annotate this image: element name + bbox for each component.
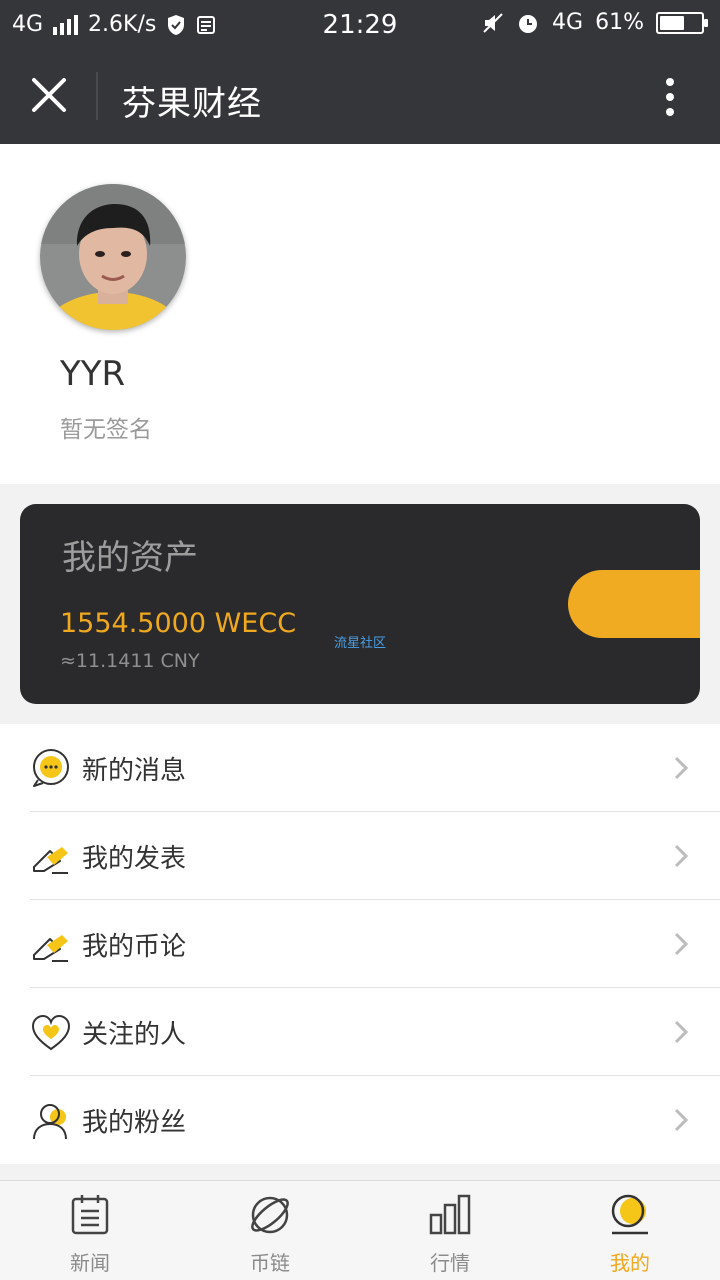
menu-item-posts[interactable]: 我的发表	[0, 812, 720, 900]
profile-icon	[611, 1194, 648, 1235]
assets-amount: 1554.5000 WECC	[60, 608, 297, 639]
chevron-right-icon	[674, 756, 689, 780]
tab-label: 新闻	[70, 1251, 110, 1275]
chevron-right-icon	[674, 1108, 689, 1132]
menu-item-messages[interactable]: 新的消息	[0, 724, 720, 812]
network-type-right: 4G	[552, 10, 584, 35]
message-icon	[33, 749, 69, 787]
tab-news[interactable]: 新闻	[0, 1181, 180, 1280]
profile-section: YYR 暂无签名	[0, 144, 720, 484]
menu-item-label: 关注的人	[82, 1019, 187, 1050]
tab-label: 币链	[250, 1251, 290, 1275]
alarm-icon	[519, 14, 538, 33]
tab-mine[interactable]: 我的	[540, 1181, 720, 1280]
planet-icon	[251, 1196, 289, 1234]
tab-label: 我的	[610, 1251, 650, 1275]
signature: 暂无签名	[60, 417, 152, 443]
user-icon	[33, 1104, 67, 1140]
tab-label: 行情	[430, 1251, 470, 1275]
edit-icon	[33, 847, 68, 874]
page-title: 芬果财经	[122, 84, 262, 124]
battery-percent: 61%	[595, 10, 644, 35]
watermark-text: 流星社区	[334, 636, 387, 651]
status-bar: 4G 2.6K/s 21:29 4G 61%	[0, 0, 720, 50]
nav-divider	[96, 72, 98, 120]
news-icon	[71, 1195, 109, 1235]
menu-item-coin-talks[interactable]: 我的币论	[0, 900, 720, 988]
heart-icon	[31, 1014, 71, 1051]
tab-bar: 新闻 币链 行情 我的	[0, 1180, 720, 1280]
assets-label: 我的资产	[62, 538, 198, 578]
username: YYR	[60, 354, 126, 394]
avatar[interactable]	[40, 184, 186, 330]
more-icon[interactable]	[664, 76, 676, 118]
close-icon[interactable]	[26, 72, 72, 118]
battery-icon	[656, 11, 708, 34]
assets-action-pill[interactable]	[568, 570, 700, 638]
menu-item-label: 我的币论	[82, 931, 187, 962]
menu-item-fans[interactable]: 我的粉丝	[0, 1076, 720, 1164]
edit-icon	[33, 935, 68, 962]
status-right: 4G 61%	[482, 10, 708, 35]
chevron-right-icon	[674, 844, 689, 868]
menu-item-label: 我的粉丝	[82, 1107, 187, 1138]
nav-bar: 芬果财经	[0, 50, 720, 144]
chevron-right-icon	[674, 1020, 689, 1044]
chevron-right-icon	[674, 932, 689, 956]
menu-item-label: 新的消息	[82, 755, 187, 786]
assets-cny: ≈11.1411 CNY	[60, 650, 200, 672]
mute-icon	[483, 12, 503, 33]
menu-item-following[interactable]: 关注的人	[0, 988, 720, 1076]
bar-chart-icon	[429, 1194, 471, 1235]
battery-fill	[660, 15, 684, 30]
tab-market[interactable]: 行情	[360, 1181, 540, 1280]
menu-list: 新的消息 我的发表 我的币论 关注的人 我的粉丝	[0, 724, 720, 1164]
tab-coin-chain[interactable]: 币链	[180, 1181, 360, 1280]
menu-item-label: 我的发表	[82, 843, 187, 874]
assets-card[interactable]: 我的资产 1554.5000 WECC ≈11.1411 CNY 流星社区	[20, 504, 700, 704]
